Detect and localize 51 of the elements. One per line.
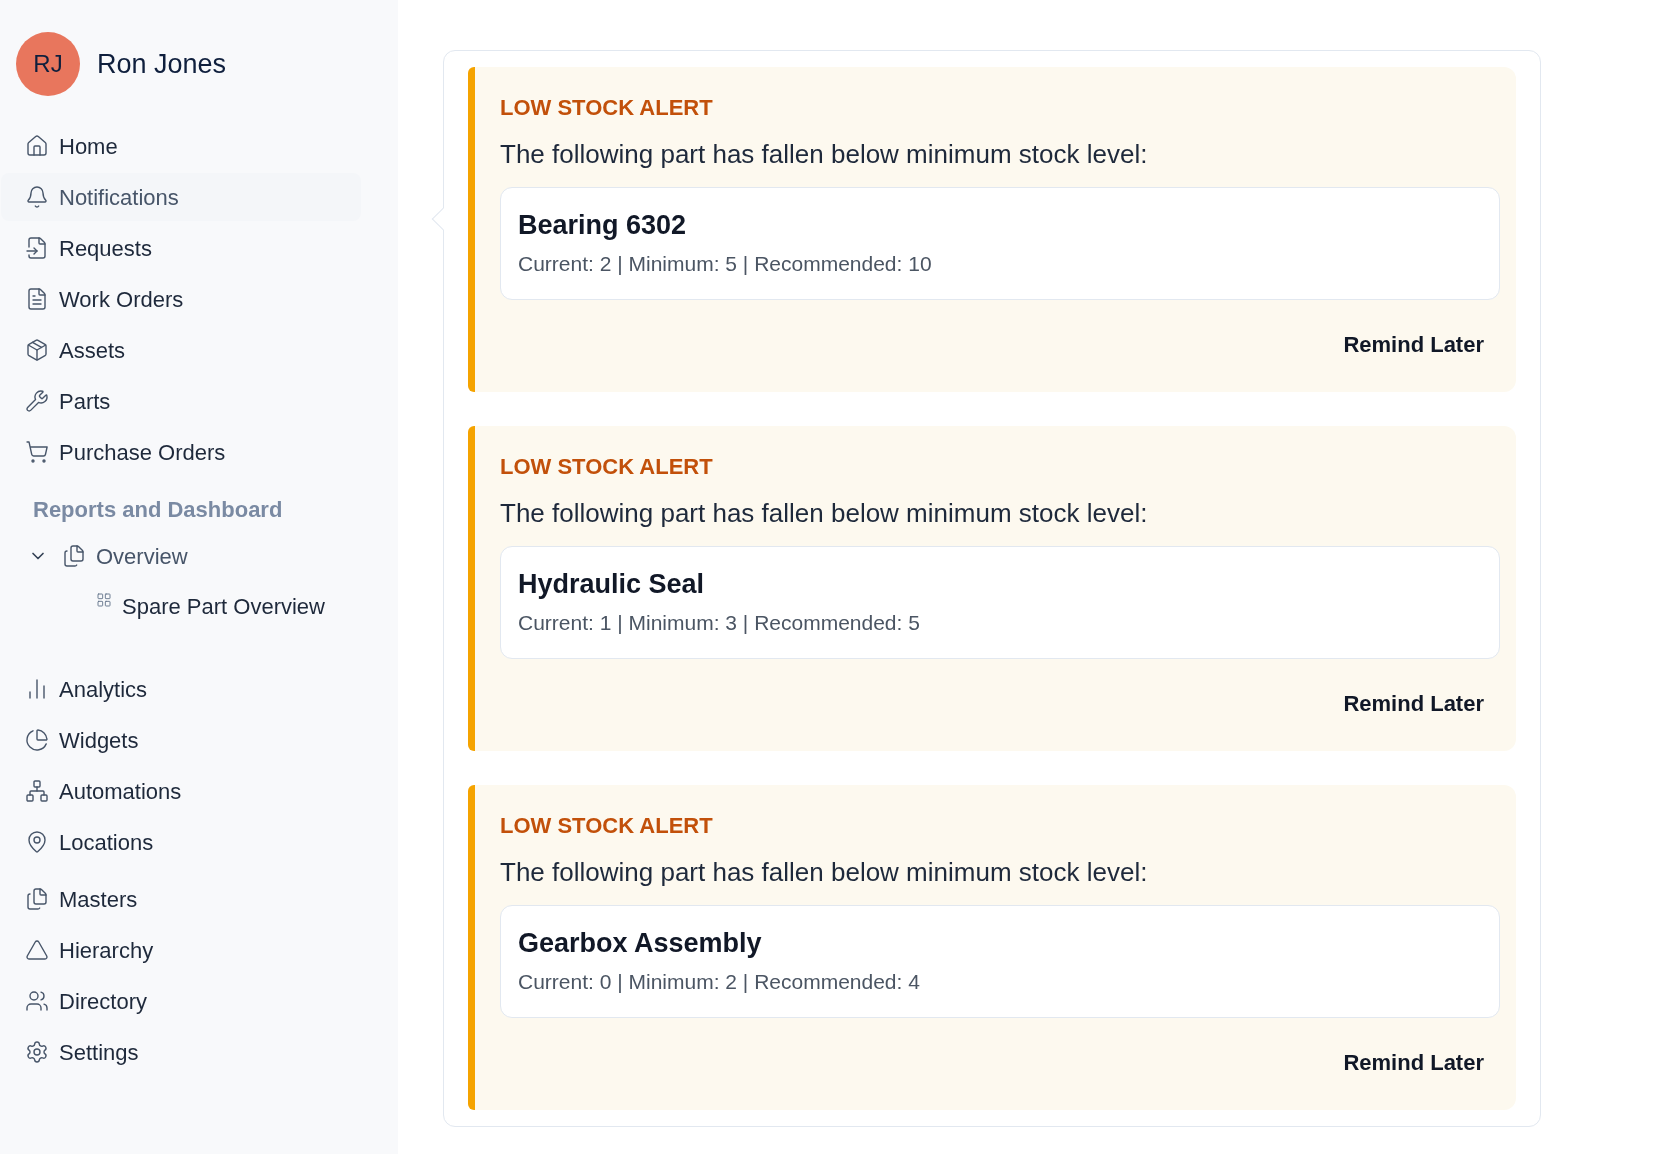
sidebar-item[interactable]: Assets xyxy=(1,326,361,374)
alert-title: LOW STOCK ALERT xyxy=(500,453,714,481)
sidebar-item[interactable]: Work Orders xyxy=(1,275,361,323)
sidebar-item[interactable]: Settings xyxy=(1,1028,361,1076)
stock-details: Current: 0 | Minimum: 2 | Recommended: 4 xyxy=(518,969,921,995)
alert-message: The following part has fallen below minimum stock level: xyxy=(500,497,1149,530)
documents-icon xyxy=(62,544,86,568)
sidebar-item[interactable]: Requests xyxy=(1,224,361,272)
document-icon xyxy=(25,287,49,311)
remind-later-button[interactable]: Remind Later xyxy=(1327,324,1500,365)
wrench-icon xyxy=(25,389,49,413)
cart-icon xyxy=(25,440,49,464)
users-icon xyxy=(25,989,49,1013)
sidebar-item[interactable]: Purchase Orders xyxy=(1,428,361,476)
sidebar-group[interactable]: Overview xyxy=(0,531,360,581)
stock-details: Current: 2 | Minimum: 5 | Recommended: 10 xyxy=(518,251,933,277)
alert-title: LOW STOCK ALERT xyxy=(500,94,714,122)
sidebar-item[interactable]: Masters xyxy=(1,875,361,923)
sidebar-item[interactable]: Hierarchy xyxy=(1,926,361,974)
remind-later-button[interactable]: Remind Later xyxy=(1327,683,1500,724)
sidebar-item[interactable]: Automations xyxy=(1,767,361,815)
documents-icon xyxy=(25,887,49,911)
section-heading: Reports and Dashboard xyxy=(32,495,284,524)
remind-later-button[interactable]: Remind Later xyxy=(1327,1042,1500,1083)
sidebar-item[interactable]: Widgets xyxy=(1,716,361,764)
alert-message: The following part has fallen below minimum stock level: xyxy=(500,138,1149,171)
hierarchy-icon xyxy=(25,779,49,803)
sidebar-item[interactable]: Parts xyxy=(1,377,361,425)
map-pin-icon xyxy=(25,830,49,854)
alert-message: The following part has fallen below minimum stock level: xyxy=(500,856,1149,889)
grid-icon xyxy=(96,592,112,608)
user-name: Ron Jones xyxy=(97,47,227,81)
part-name: Gearbox Assembly xyxy=(518,927,763,960)
part-name: Hydraulic Seal xyxy=(518,568,706,601)
file-import-icon xyxy=(25,236,49,260)
sidebar-item[interactable]: Home xyxy=(1,122,361,170)
alert-title: LOW STOCK ALERT xyxy=(500,812,714,840)
sidebar-item[interactable]: Notifications xyxy=(1,173,361,221)
box-icon xyxy=(25,338,49,362)
home-icon xyxy=(25,134,49,158)
avatar: RJ xyxy=(16,32,80,96)
stock-details: Current: 1 | Minimum: 3 | Recommended: 5 xyxy=(518,610,921,636)
sidebar-subitem[interactable]: Spare Part Overview xyxy=(0,581,360,631)
bell-icon xyxy=(25,185,49,209)
sidebar-item[interactable]: Directory xyxy=(1,977,361,1025)
part-name: Bearing 6302 xyxy=(518,209,688,242)
settings-icon xyxy=(25,1040,49,1064)
triangle-icon xyxy=(25,938,49,962)
pie-chart-icon xyxy=(25,728,49,752)
sidebar-item[interactable]: Locations xyxy=(1,818,361,866)
sidebar-item[interactable]: Analytics xyxy=(1,665,361,713)
